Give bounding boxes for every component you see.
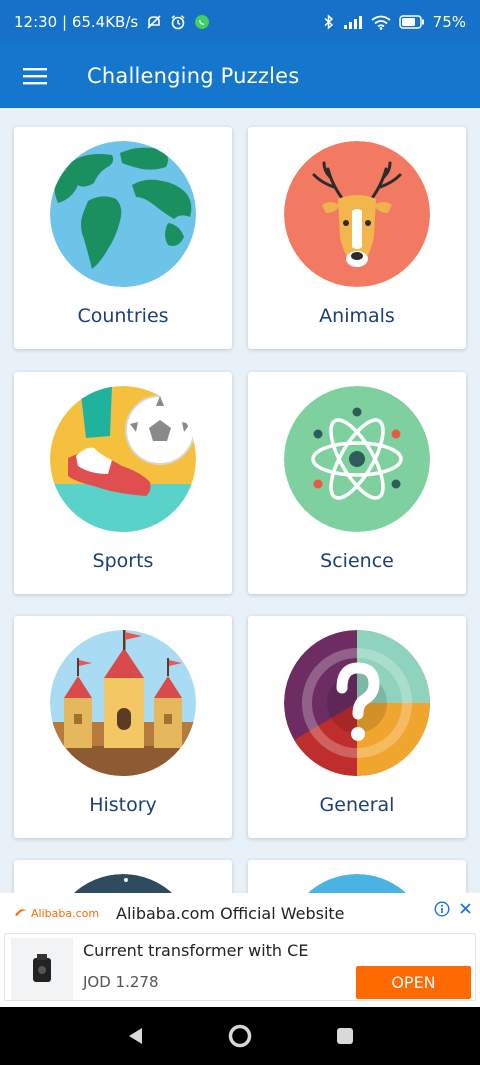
ad-banner[interactable]: Alibaba.com Alibaba.com Official Website… bbox=[0, 893, 480, 1007]
category-label: Sports bbox=[92, 550, 154, 572]
ad-title[interactable]: Alibaba.com Official Website bbox=[116, 904, 345, 923]
question-icon bbox=[284, 630, 430, 776]
signal-icon bbox=[343, 15, 363, 29]
category-label: Countries bbox=[77, 305, 169, 327]
category-card-partial[interactable] bbox=[248, 860, 466, 893]
ad-price: JOD 1.278 bbox=[83, 973, 159, 991]
globe-icon bbox=[50, 141, 196, 287]
alibaba-logo: Alibaba.com bbox=[14, 907, 114, 920]
alarm-icon bbox=[170, 14, 186, 30]
ad-brand: Alibaba.com bbox=[31, 906, 100, 920]
status-time-speed: 12:30 | 65.4KB/s bbox=[14, 13, 139, 31]
category-card-science[interactable]: Science bbox=[248, 372, 466, 594]
ad-close-icon[interactable] bbox=[459, 900, 472, 919]
app-bar: Challenging Puzzles bbox=[0, 44, 480, 108]
home-icon[interactable] bbox=[225, 1021, 255, 1051]
wifi-icon bbox=[371, 15, 391, 30]
category-card-countries[interactable]: Countries bbox=[14, 127, 232, 349]
atom-icon bbox=[284, 386, 430, 532]
page-title: Challenging Puzzles bbox=[87, 64, 300, 88]
soccer-icon bbox=[50, 386, 196, 532]
ad-info-icon[interactable] bbox=[434, 901, 450, 921]
category-label: History bbox=[89, 794, 157, 816]
ad-open-button[interactable]: OPEN bbox=[356, 966, 471, 999]
product-thumbnail bbox=[11, 938, 73, 1000]
castle-icon bbox=[50, 630, 196, 776]
category-card-history[interactable]: History bbox=[14, 616, 232, 838]
category-label: Science bbox=[320, 550, 394, 572]
recents-icon[interactable] bbox=[330, 1021, 360, 1051]
category-card-general[interactable]: General bbox=[248, 616, 466, 838]
system-nav-bar bbox=[0, 1007, 480, 1065]
ad-product-card[interactable]: Current transformer with CE JOD 1.278 OP… bbox=[4, 933, 476, 1001]
whatsapp-icon bbox=[194, 14, 210, 30]
back-icon[interactable] bbox=[120, 1021, 150, 1051]
battery-percent: 75% bbox=[432, 13, 466, 31]
category-icon bbox=[284, 874, 430, 893]
category-card-partial[interactable] bbox=[14, 860, 232, 893]
category-label: General bbox=[319, 794, 395, 816]
category-label: Animals bbox=[319, 305, 395, 327]
ad-product-title: Current transformer with CE bbox=[83, 941, 309, 960]
status-bar: 12:30 | 65.4KB/s 75% bbox=[0, 0, 480, 44]
deer-icon bbox=[284, 141, 430, 287]
category-icon bbox=[50, 874, 196, 893]
mute-icon bbox=[146, 14, 162, 30]
category-grid: Countries Animals Sports Science History… bbox=[0, 108, 480, 893]
category-card-animals[interactable]: Animals bbox=[248, 127, 466, 349]
category-card-sports[interactable]: Sports bbox=[14, 372, 232, 594]
battery-icon bbox=[398, 15, 425, 29]
hamburger-menu-icon[interactable] bbox=[0, 44, 70, 108]
bluetooth-icon bbox=[323, 14, 335, 30]
